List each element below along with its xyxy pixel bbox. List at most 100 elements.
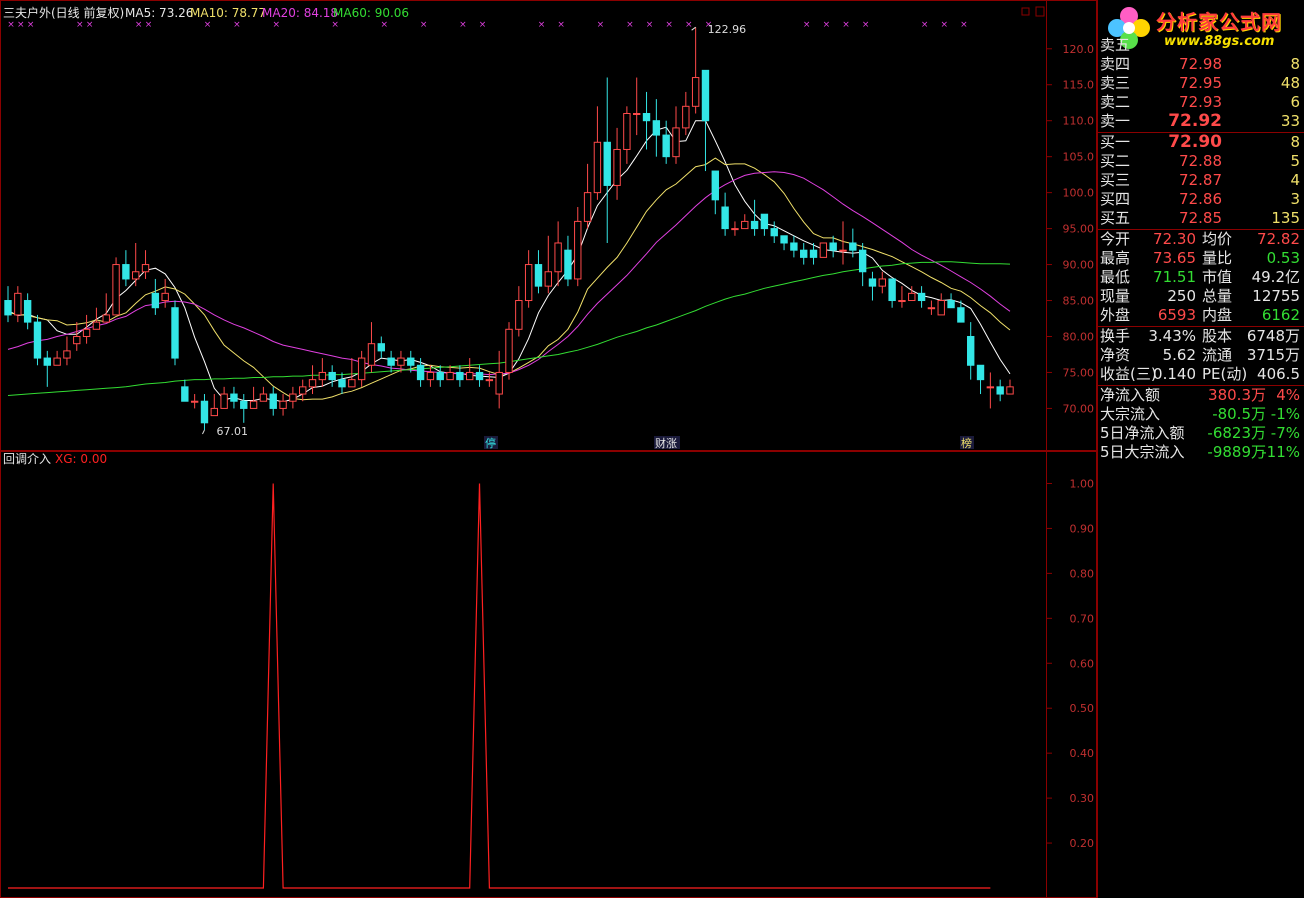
candle-body[interactable] xyxy=(387,357,395,366)
candle-body[interactable] xyxy=(927,307,936,310)
candle-body[interactable] xyxy=(652,120,661,136)
candle-body[interactable] xyxy=(485,379,494,382)
candle-body[interactable] xyxy=(662,134,670,158)
candle-body[interactable] xyxy=(898,300,906,303)
candle-body[interactable] xyxy=(593,141,602,194)
candle-body[interactable] xyxy=(790,242,798,251)
candle-body[interactable] xyxy=(407,357,415,366)
candle-body[interactable] xyxy=(554,242,562,273)
candle-body[interactable] xyxy=(416,364,425,381)
candle-body[interactable] xyxy=(102,314,110,323)
candle-body[interactable] xyxy=(436,371,444,381)
candle-body[interactable] xyxy=(132,271,140,280)
stat-row[interactable]: 最高 73.65 量比 0.53 xyxy=(1100,249,1304,268)
sell-row[interactable]: 卖四 72.98 8 xyxy=(1100,55,1304,74)
candle-body[interactable] xyxy=(23,300,32,323)
sell-row[interactable]: 卖三 72.95 48 xyxy=(1100,74,1304,93)
candle-body[interactable] xyxy=(711,170,719,201)
candle-body[interactable] xyxy=(181,386,189,402)
candle-body[interactable] xyxy=(426,371,435,381)
candle-body[interactable] xyxy=(53,357,61,366)
candle-body[interactable] xyxy=(564,249,572,280)
candle-body[interactable] xyxy=(43,357,51,366)
candle-body[interactable] xyxy=(112,264,120,316)
candle-body[interactable] xyxy=(82,328,91,337)
candle-body[interactable] xyxy=(603,141,611,186)
stat-row[interactable]: 外盘 6593 内盘 6162 xyxy=(1100,306,1304,325)
candle-body[interactable] xyxy=(623,113,631,150)
flow-row[interactable]: 净流入额 380.3万 4% xyxy=(1100,386,1304,405)
stat-row[interactable]: 最低 71.51 市值 49.2亿 xyxy=(1100,268,1304,287)
stat-row[interactable]: 收益(三) 0.140 PE(动) 406.5 xyxy=(1100,365,1304,384)
candle-body[interactable] xyxy=(4,300,12,316)
candle-body[interactable] xyxy=(534,264,543,287)
candle-body[interactable] xyxy=(289,393,297,402)
candle-body[interactable] xyxy=(122,264,130,280)
candle-body[interactable] xyxy=(672,127,680,158)
candle-body[interactable] xyxy=(171,307,179,359)
candle-body[interactable] xyxy=(377,343,385,352)
candle-body[interactable] xyxy=(908,292,916,302)
stat-row[interactable]: 净资 5.62 流通 3715万 xyxy=(1100,346,1304,365)
candle-body[interactable] xyxy=(780,235,788,244)
candle-body[interactable] xyxy=(819,242,828,258)
candle-body[interactable] xyxy=(741,220,749,230)
candle-body[interactable] xyxy=(937,300,945,316)
candle-body[interactable] xyxy=(249,400,258,409)
candle-body[interactable] xyxy=(259,393,268,402)
candle-body[interactable] xyxy=(967,335,975,366)
candle-body[interactable] xyxy=(760,213,769,230)
flow-row[interactable]: 5日净流入额 -6823万 -7% xyxy=(1100,424,1304,443)
candle-body[interactable] xyxy=(73,335,81,345)
candle-body[interactable] xyxy=(328,371,336,381)
candle-body[interactable] xyxy=(524,264,533,302)
candle-body[interactable] xyxy=(800,249,808,258)
buy-row[interactable]: 买五 72.85 135 xyxy=(1100,209,1304,228)
candle-body[interactable] xyxy=(151,292,160,309)
candle-body[interactable] xyxy=(367,343,376,366)
candle-body[interactable] xyxy=(466,371,474,381)
candle-body[interactable] xyxy=(348,379,356,388)
candle-body[interactable] xyxy=(996,386,1004,395)
candle-body[interactable] xyxy=(868,278,877,287)
maximize-icon[interactable] xyxy=(1035,6,1045,17)
candle-body[interactable] xyxy=(63,350,71,359)
candle-body[interactable] xyxy=(210,407,218,417)
candle-body[interactable] xyxy=(269,393,277,409)
candle-body[interactable] xyxy=(446,371,454,381)
candle-body[interactable] xyxy=(731,228,739,231)
candle-body[interactable] xyxy=(279,400,287,409)
candle-body[interactable] xyxy=(92,321,101,330)
buy-row[interactable]: 买四 72.86 3 xyxy=(1100,190,1304,209)
candle-body[interactable] xyxy=(633,113,641,116)
candle-body[interactable] xyxy=(691,77,700,107)
candle-body[interactable] xyxy=(721,206,729,230)
candle-body[interactable] xyxy=(240,400,248,409)
candle-body[interactable] xyxy=(829,242,837,251)
buy-row[interactable]: 买二 72.88 5 xyxy=(1100,152,1304,171)
sell-row[interactable]: 卖五 xyxy=(1100,36,1304,55)
candle-body[interactable] xyxy=(642,113,651,122)
candle-body[interactable] xyxy=(299,386,307,395)
candle-body[interactable] xyxy=(397,357,405,366)
candle-body[interactable] xyxy=(986,386,995,389)
candle-body[interactable] xyxy=(230,393,238,402)
restore-icon[interactable] xyxy=(1021,7,1030,16)
candle-body[interactable] xyxy=(141,264,150,273)
candle-body[interactable] xyxy=(161,292,169,302)
candle-body[interactable] xyxy=(200,400,209,424)
candle-body[interactable] xyxy=(220,393,228,409)
candle-body[interactable] xyxy=(957,307,965,323)
flow-row[interactable]: 5日大宗流入 -9889万 -11% xyxy=(1100,443,1304,462)
candle-body[interactable] xyxy=(917,292,926,302)
candle-body[interactable] xyxy=(33,321,42,359)
buy-row[interactable]: 买三 72.87 4 xyxy=(1100,171,1304,190)
candle-body[interactable] xyxy=(190,400,199,403)
sell-row[interactable]: 卖一 72.92 33 xyxy=(1100,112,1304,131)
candle-body[interactable] xyxy=(976,364,985,381)
candle-body[interactable] xyxy=(495,371,503,395)
candle-body[interactable] xyxy=(338,379,346,388)
chart-area[interactable]: 120.0 115.0 110.0 105.0 100.0 95.00 90.00 85.00… xyxy=(0,0,1097,898)
candle-body[interactable] xyxy=(682,105,690,129)
candle-body[interactable] xyxy=(750,220,759,230)
